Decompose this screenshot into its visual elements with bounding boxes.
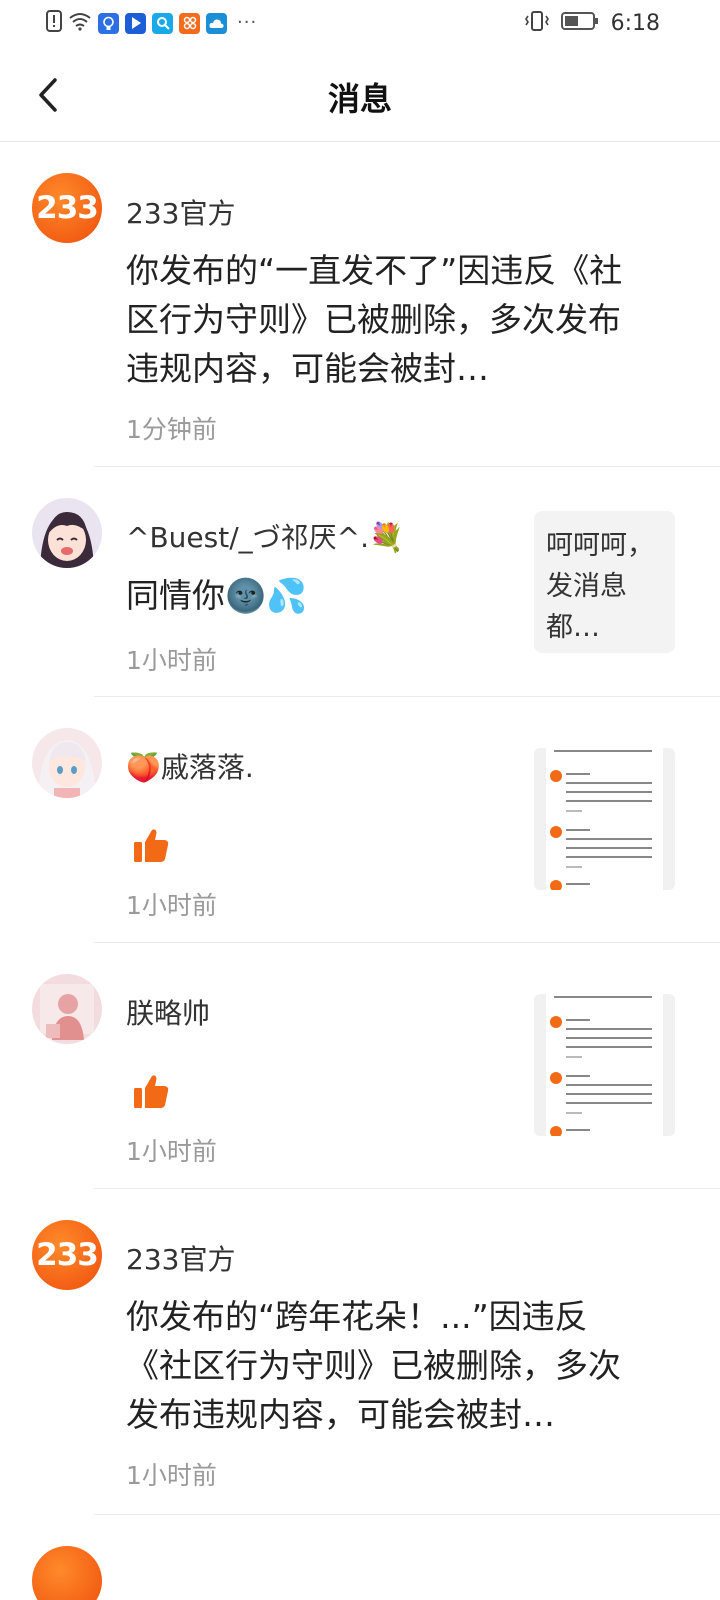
status-icons-right: 6:18 [524,10,660,36]
post-preview-image[interactable] [534,748,675,890]
header: 消息 [0,48,720,142]
message-text: 你发布的“一直发不了”因违反《社区行为守则》已被删除，多次发布违规内容，可能会被… [126,251,623,388]
search-app-icon [152,12,173,34]
message-time: 1小时前 [126,891,217,920]
status-time: 6:18 [610,10,660,36]
wifi-icon [68,11,92,35]
divider [94,466,720,467]
message-time: 1小时前 [126,1137,217,1166]
message-item[interactable]: ^Buest/_づ祁厌^.💐 同情你🌚💦 1小时前 呵呵呵，发消息都… [0,468,720,698]
status-icons-left: ··· [46,10,257,36]
message-item[interactable]: 朕略帅 1小时前 [0,944,720,1190]
thumbs-up-icon [134,1075,169,1108]
sender-name: 233官方 [126,1243,236,1276]
divider [94,696,720,697]
grid-app-icon [179,12,200,34]
message-item[interactable]: 🍑戚落落. 1小时前 [0,698,720,944]
divider [94,1188,720,1189]
message-time: 1小时前 [126,646,217,675]
sender-name: 🍑戚落落. [126,751,254,784]
post-preview-image[interactable] [534,994,675,1136]
battery-icon [560,11,599,35]
message-text: 你发布的“跨年花朵！...”因违反《社区行为守则》已被删除，多次发布违规内容，可… [126,1297,621,1434]
thumbs-up-icon [134,829,169,862]
divider [94,942,720,943]
post-preview[interactable]: 呵呵呵，发消息都… [534,511,675,653]
vibrate-icon [524,10,549,36]
avatar[interactable] [32,1546,102,1600]
weather-app-icon [206,12,227,34]
message-time: 1小时前 [126,1461,217,1490]
message-time: 1分钟前 [126,415,217,444]
status-overflow: ··· [237,12,258,33]
play-app-icon [125,12,146,34]
page-title: 消息 [327,80,392,118]
avatar[interactable] [32,498,102,568]
status-bar: ··· 6:18 [0,0,720,48]
avatar[interactable] [32,728,102,798]
message-item[interactable] [0,1516,720,1600]
sender-name: 朕略帅 [126,997,211,1030]
alert-icon [46,10,62,36]
message-item[interactable]: 233 233官方 你发布的“一直发不了”因违反《社区行为守则》已被删除，多次发… [0,142,720,468]
message-item[interactable]: 233 233官方 你发布的“跨年花朵！...”因违反《社区行为守则》已被删除，… [0,1190,720,1516]
avatar[interactable]: 233 [32,1220,102,1290]
bulb-app-icon [98,12,119,34]
avatar[interactable] [32,974,102,1044]
avatar[interactable]: 233 [32,173,102,243]
sender-name: ^Buest/_づ祁厌^.💐 [126,521,404,554]
divider [94,1514,720,1515]
sender-name: 233官方 [126,197,236,230]
